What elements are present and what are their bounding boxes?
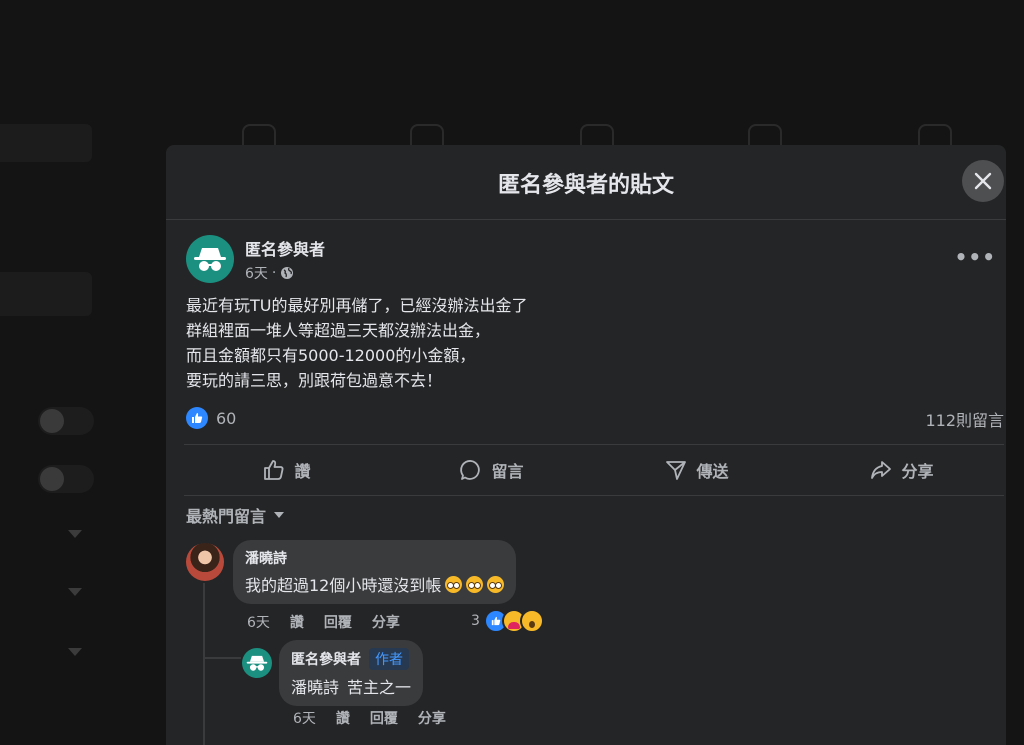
reply-time[interactable]: 6天 — [293, 708, 316, 728]
comment-bubble: 潘曉詩 我的超過12個小時還沒到帳 — [233, 540, 517, 604]
comment-reply-link[interactable]: 回覆 — [324, 612, 352, 632]
reply-author[interactable]: 匿名參與者 — [291, 649, 361, 669]
share-button-label: 分享 — [901, 462, 934, 481]
comment-text: 我的超過12個小時還沒到帳 — [245, 572, 505, 596]
thread-line — [203, 583, 205, 745]
post-line: 群組裡面一堆人等超過三天都沒辦法出金， — [186, 321, 491, 340]
comment-sort-dropdown[interactable]: 最熱門留言 — [186, 503, 285, 527]
reply-actions: 6天 讚 回覆 分享 — [293, 708, 446, 728]
post-line: 最近有玩TU的最好別再儲了，已經沒辦法出金了 — [186, 296, 528, 315]
like-button[interactable]: 讚 — [184, 445, 389, 495]
dialog-header: 匿名參與者的貼文 — [166, 145, 1006, 220]
comment-author[interactable]: 潘曉詩 — [245, 548, 504, 568]
thread-line — [203, 657, 241, 659]
rolling-eyes-emoji-icon — [445, 575, 463, 593]
post-author[interactable]: 匿名參與者 — [245, 236, 325, 260]
chevron-down-icon — [68, 530, 82, 538]
post-line: 而且金額都只有5000-12000的小金額， — [186, 346, 476, 365]
comment-reactions[interactable]: 3 — [471, 609, 544, 633]
post-meta: 6天 · — [245, 263, 294, 283]
more-options-button[interactable]: ••• — [955, 245, 996, 269]
post-dialog: 匿名參與者的貼文 匿名參與者 6天 · ••• 最近有玩TU的最好別再儲了，已經… — [166, 145, 1006, 745]
comment-share-link[interactable]: 分享 — [372, 612, 400, 632]
like-reaction-icon — [186, 407, 208, 429]
reply-text: 潘曉詩 苦主之一 — [291, 674, 411, 698]
wow-reaction-icon — [519, 609, 544, 633]
comment-reaction-count: 3 — [471, 613, 480, 629]
bg-sidebar-item — [0, 124, 92, 162]
rolling-eyes-emoji-icon — [466, 575, 484, 593]
comment-actions: 6天 讚 回覆 分享 — [247, 612, 400, 632]
share-button[interactable]: 分享 — [799, 445, 1004, 495]
comment-count[interactable]: 112則留言 — [925, 407, 1004, 431]
meta-separator: · — [271, 265, 277, 281]
reaction-count: 60 — [216, 408, 237, 428]
send-button-label: 傳送 — [696, 462, 729, 481]
like-button-label: 讚 — [294, 462, 311, 481]
post-line: 要玩的請三思，別跟荷包過意不去！ — [186, 371, 443, 390]
globe-icon — [281, 267, 294, 279]
incognito-icon — [194, 248, 226, 271]
share-icon — [871, 461, 892, 479]
reply-reply-link[interactable]: 回覆 — [370, 708, 398, 728]
comment-button[interactable]: 留言 — [389, 445, 594, 495]
reply-like-link[interactable]: 讚 — [336, 708, 350, 728]
reply-mention[interactable]: 潘曉詩 — [291, 674, 339, 698]
rolling-eyes-emoji-icon — [487, 575, 505, 593]
chevron-down-icon — [68, 648, 82, 656]
divider — [184, 495, 1004, 496]
author-badge: 作者 — [369, 648, 409, 670]
commenter-avatar[interactable] — [186, 543, 224, 581]
anonymous-avatar[interactable] — [186, 235, 234, 283]
reaction-summary[interactable]: 60 — [186, 407, 236, 429]
incognito-icon — [246, 655, 268, 671]
bg-toggle — [38, 407, 94, 435]
comment-like-link[interactable]: 讚 — [290, 612, 304, 632]
comment-time[interactable]: 6天 — [247, 612, 270, 632]
bg-toggle — [38, 465, 94, 493]
caret-down-icon — [274, 512, 285, 518]
reply-author-row: 匿名參與者 作者 — [291, 648, 411, 670]
comment-sort-label: 最熱門留言 — [186, 507, 267, 526]
post-time[interactable]: 6天 — [245, 263, 268, 283]
comment-icon — [460, 460, 481, 480]
reply-share-link[interactable]: 分享 — [418, 708, 446, 728]
chevron-down-icon — [68, 588, 82, 596]
anonymous-avatar[interactable] — [242, 648, 272, 678]
bg-sidebar-item — [0, 272, 92, 316]
thumbs-up-icon — [264, 460, 284, 480]
post-body: 最近有玩TU的最好別再儲了，已經沒辦法出金了 群組裡面一堆人等超過三天都沒辦法出… — [186, 293, 528, 393]
reply-bubble: 匿名參與者 作者 潘曉詩 苦主之一 — [279, 640, 424, 706]
send-button[interactable]: 傳送 — [594, 445, 799, 495]
close-icon — [974, 172, 992, 190]
comment-button-label: 留言 — [491, 462, 524, 481]
dialog-title: 匿名參與者的貼文 — [497, 173, 674, 198]
post-action-bar: 讚 留言 傳送 分享 — [184, 445, 1004, 495]
send-icon — [666, 461, 687, 480]
close-button[interactable] — [962, 160, 1004, 202]
